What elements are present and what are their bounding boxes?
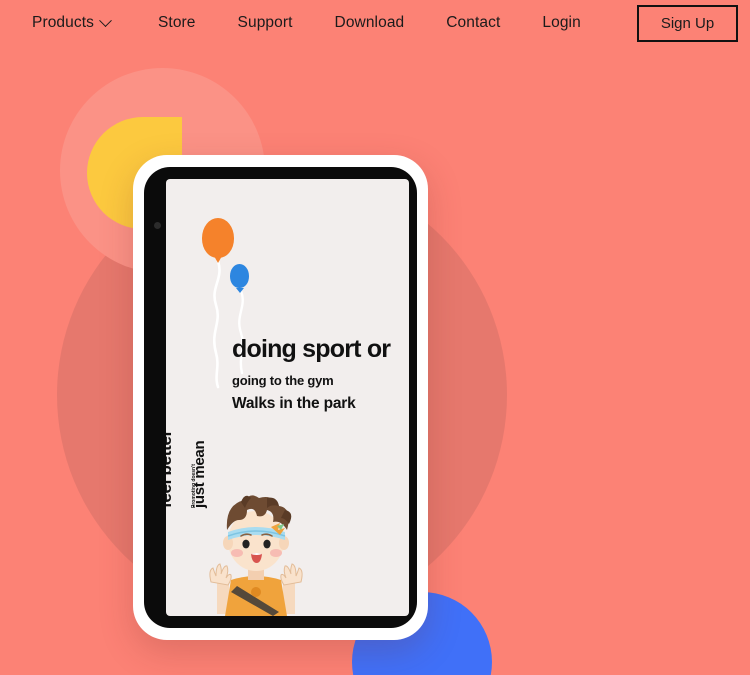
nav-item-login-label: Login bbox=[542, 14, 581, 31]
nav-item-login[interactable]: Login bbox=[542, 14, 580, 32]
nav-item-store[interactable]: Store bbox=[158, 14, 196, 32]
tablet-bezel: feel better feel better Promoting doesn'… bbox=[144, 167, 417, 628]
camera-icon bbox=[154, 222, 161, 229]
nav-item-products[interactable]: Products bbox=[32, 13, 112, 32]
main-navigation: Products Store Support Download Contact … bbox=[0, 0, 750, 46]
sign-up-button[interactable]: Sign Up bbox=[636, 4, 739, 42]
orange-balloon bbox=[200, 216, 236, 260]
tablet-screen: feel better feel better Promoting doesn'… bbox=[166, 179, 409, 616]
nav-item-store-label: Store bbox=[157, 14, 196, 31]
screen-subline-park: Walks in the park bbox=[232, 395, 356, 412]
vertical-text-feel-better: feel better bbox=[166, 430, 175, 508]
landing-page: Products Store Support Download Contact … bbox=[0, 0, 750, 675]
tablet-mockup: feel better feel better Promoting doesn'… bbox=[133, 155, 428, 640]
chevron-down-icon bbox=[99, 13, 112, 27]
nav-item-support-label: Support bbox=[237, 14, 293, 31]
nav-item-support[interactable]: Support bbox=[238, 14, 293, 32]
nav-item-contact[interactable]: Contact bbox=[446, 14, 500, 32]
nav-item-download[interactable]: Download bbox=[335, 14, 405, 32]
screen-subline-gym: going to the gym bbox=[232, 373, 334, 388]
nav-item-download-label: Download bbox=[334, 14, 405, 31]
nav-item-contact-label: Contact bbox=[446, 14, 501, 31]
screen-headline: doing sport or bbox=[232, 335, 391, 363]
nav-item-products-label: Products bbox=[32, 14, 94, 31]
blue-balloon bbox=[228, 262, 251, 290]
cartoon-boy-illustration bbox=[209, 495, 303, 616]
